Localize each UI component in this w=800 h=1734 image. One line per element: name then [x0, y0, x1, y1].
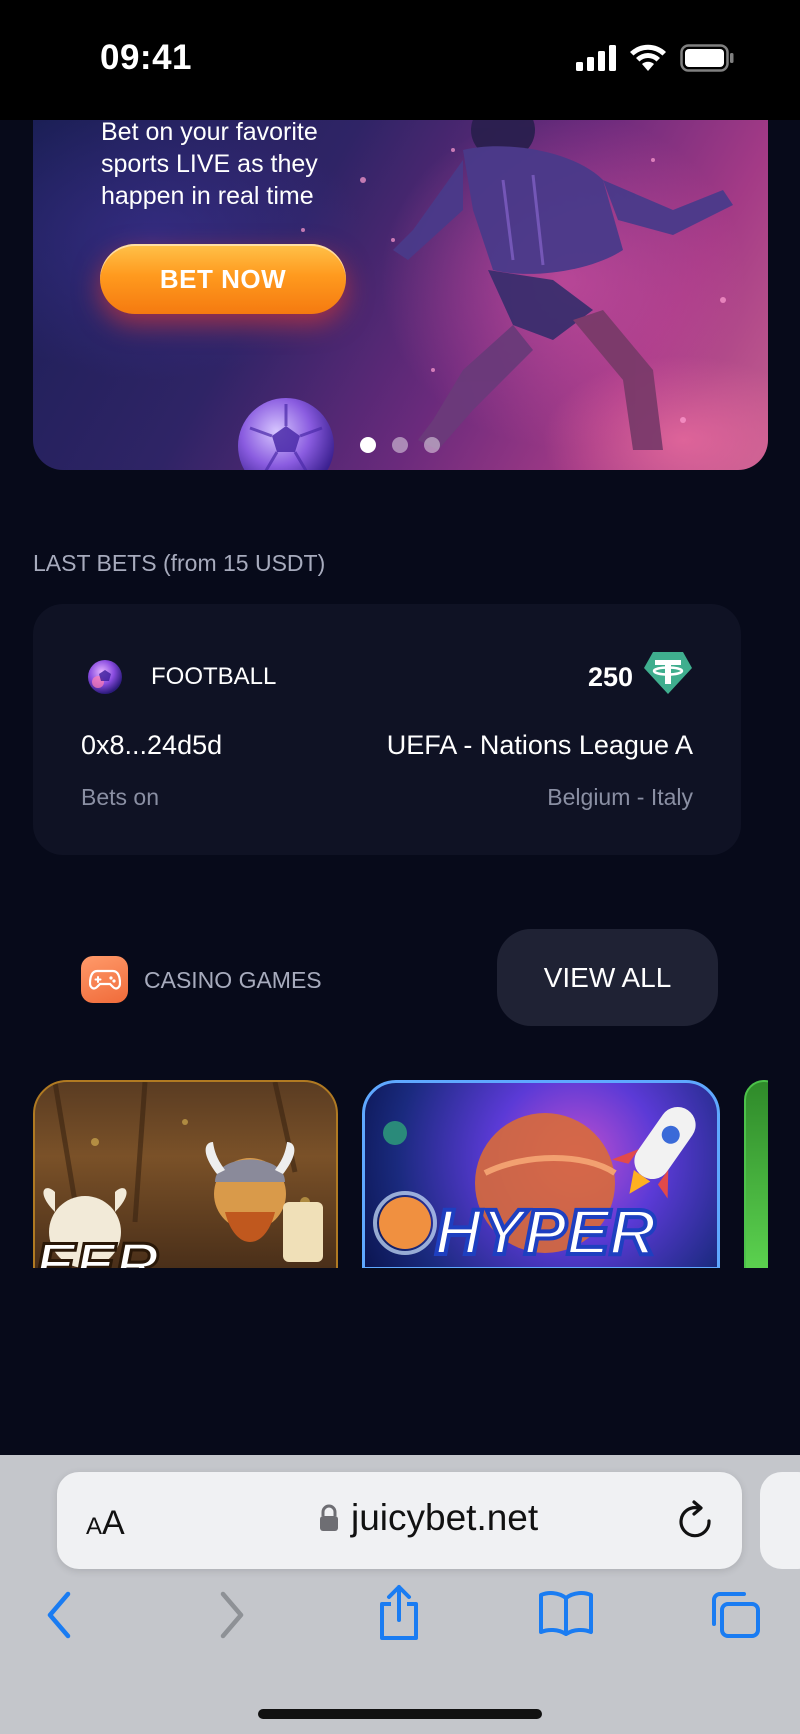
browser-toolbar	[0, 1585, 800, 1660]
game-title-fragment: HYPER	[433, 1194, 657, 1268]
address-bar[interactable]: AA juicybet.net	[57, 1472, 742, 1569]
bet-now-button[interactable]: BET NOW	[100, 244, 346, 314]
space-game-thumbnail[interactable]: HYPER	[362, 1080, 720, 1268]
status-icons	[576, 44, 734, 72]
text-size-small-glyph: A	[86, 1513, 103, 1540]
hero-tagline: Bet on your favorite sports LIVE as they…	[101, 120, 401, 212]
bet-match: Belgium - Italy	[547, 784, 693, 810]
carousel-dot-active[interactable]	[360, 437, 376, 453]
football-icon	[88, 660, 122, 694]
tabs-icon[interactable]	[708, 1590, 762, 1640]
bet-amount: 250	[587, 662, 633, 692]
last-bet-card[interactable]: FOOTBALL 250 0x8...24d5d UEFA - Nations …	[33, 604, 741, 855]
hero-tagline-line: Bet on your favorite	[101, 120, 318, 146]
bet-sport: FOOTBALL	[151, 663, 277, 690]
home-indicator	[258, 1709, 542, 1719]
carousel-dot[interactable]	[392, 437, 408, 453]
url-text: juicybet.net	[351, 1497, 539, 1538]
bet-user-address: 0x8...24d5d	[81, 730, 223, 760]
cellular-signal-icon	[576, 45, 616, 71]
status-bar: 09:41	[0, 0, 800, 120]
next-tab-preview[interactable]	[760, 1472, 800, 1569]
carousel-pagination	[360, 437, 440, 453]
forward-icon[interactable]	[217, 1590, 247, 1640]
casino-games-heading: CASINO GAMES	[144, 967, 322, 993]
casino-games-carousel[interactable]: EER HYPER	[33, 1080, 768, 1268]
game-title-fragment: EER	[35, 1230, 160, 1269]
hero-tagline-line: sports LIVE as they	[101, 150, 318, 178]
gamepad-icon	[81, 956, 128, 1003]
view-all-button[interactable]: VIEW ALL	[497, 929, 718, 1026]
bet-event: UEFA - Nations League A	[386, 730, 693, 760]
status-time: 09:41	[100, 38, 193, 77]
hero-banner[interactable]: Bet on your favorite sports LIVE as they…	[33, 120, 768, 470]
text-size-big-glyph: A	[102, 1504, 125, 1542]
battery-icon	[680, 44, 734, 72]
tether-icon	[644, 652, 692, 694]
reload-icon[interactable]	[676, 1499, 716, 1541]
hero-tagline-line: happen in real time	[101, 182, 314, 210]
green-game-thumbnail[interactable]	[744, 1080, 768, 1268]
text-size-button[interactable]: AA	[86, 1504, 125, 1543]
browser-bottom-bar: AA juicybet.net	[0, 1455, 800, 1734]
last-bets-heading: LAST BETS (from 15 USDT)	[33, 550, 326, 576]
url-display[interactable]: juicybet.net	[319, 1497, 538, 1539]
wifi-icon	[630, 44, 666, 71]
back-icon[interactable]	[44, 1590, 74, 1640]
viking-game-thumbnail[interactable]: EER	[33, 1080, 338, 1268]
carousel-dot[interactable]	[424, 437, 440, 453]
bookmarks-icon[interactable]	[538, 1590, 594, 1636]
lock-icon	[320, 1504, 338, 1531]
share-icon[interactable]	[376, 1584, 422, 1642]
bets-on-label: Bets on	[81, 784, 159, 810]
football-ball-icon	[238, 398, 334, 470]
